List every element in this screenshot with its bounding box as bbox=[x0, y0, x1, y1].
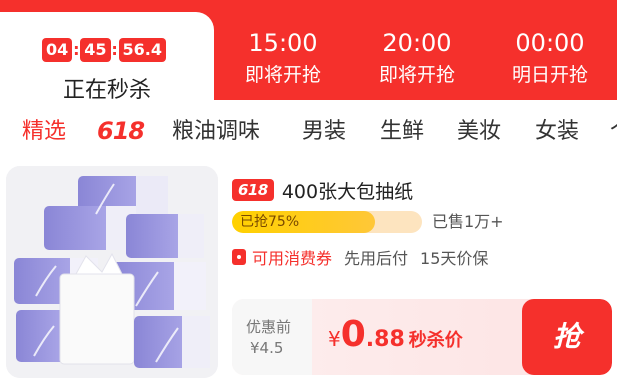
flash-price: ¥0.88 秒杀价 bbox=[328, 315, 463, 361]
feature-price-protection: 15天价保 bbox=[420, 249, 489, 268]
price-tag: 秒杀价 bbox=[408, 330, 463, 351]
original-price-label: 优惠前 bbox=[246, 318, 292, 336]
tissue-pack-image bbox=[6, 166, 218, 378]
coupon-icon bbox=[232, 249, 246, 265]
active-time-slot[interactable]: 04 : 45 : 56.4 正在秒杀 bbox=[0, 12, 214, 103]
flash-sale-time-bar: 04 : 45 : 56.4 正在秒杀 15:00 即将开抢 20:00 即将开… bbox=[0, 0, 617, 103]
slot-time: 20:00 bbox=[382, 29, 452, 57]
price-decimal: .88 bbox=[365, 327, 405, 352]
countdown-seconds: 56.4 bbox=[118, 38, 167, 62]
618-badge: 618 bbox=[232, 179, 274, 201]
slot-label: 即将开抢 bbox=[244, 64, 321, 86]
tab-menswear[interactable]: 男装 bbox=[302, 118, 346, 146]
tab-beauty[interactable]: 美妆 bbox=[457, 118, 501, 146]
product-image[interactable] bbox=[6, 166, 218, 378]
slot-label: 即将开抢 bbox=[378, 64, 455, 86]
countdown-separator: : bbox=[73, 40, 80, 59]
grab-progress-bar: 已抢75% bbox=[232, 211, 422, 233]
time-slot-1500[interactable]: 15:00 即将开抢 bbox=[223, 28, 343, 88]
sold-count: 已售1万+ bbox=[432, 212, 504, 231]
tab-more[interactable]: 个 bbox=[610, 118, 617, 146]
countdown-minutes: 45 bbox=[80, 38, 111, 62]
product-title: 400张大包抽纸 bbox=[281, 180, 414, 203]
feature-consumer-coupon: 可用消费券 bbox=[252, 249, 333, 268]
tab-womenswear[interactable]: 女装 bbox=[535, 118, 579, 146]
category-tabs: 精选 618 粮油调味 男装 生鲜 美妆 女装 个 bbox=[0, 100, 617, 162]
slot-label: 明日开抢 bbox=[511, 64, 588, 86]
countdown-timer: 04 : 45 : 56.4 bbox=[42, 38, 167, 62]
countdown-hours: 04 bbox=[42, 38, 73, 62]
product-features: 可用消费券 先用后付 15天价保 bbox=[232, 246, 500, 268]
slot-time: 15:00 bbox=[248, 29, 318, 57]
price-currency: ¥ bbox=[328, 327, 341, 351]
original-price: ¥4.5 bbox=[250, 339, 284, 357]
grab-button[interactable]: 抢 bbox=[522, 299, 612, 375]
original-price-block: 优惠前 ¥4.5 bbox=[232, 299, 312, 375]
countdown-separator: : bbox=[111, 40, 118, 59]
tab-618[interactable]: 618 bbox=[97, 117, 145, 145]
tab-grain-oil[interactable]: 粮油调味 bbox=[172, 118, 260, 146]
price-integer: 0 bbox=[340, 314, 366, 355]
feature-pay-later: 先用后付 bbox=[344, 249, 409, 268]
tab-featured[interactable]: 精选 bbox=[22, 118, 66, 146]
slot-time: 00:00 bbox=[515, 29, 585, 57]
progress-label: 已抢75% bbox=[240, 214, 300, 230]
tab-fresh[interactable]: 生鲜 bbox=[380, 118, 424, 146]
product-title-row[interactable]: 618 400张大包抽纸 bbox=[232, 176, 413, 204]
time-slot-0000[interactable]: 00:00 明日开抢 bbox=[490, 28, 610, 88]
price-bar: 优惠前 ¥4.5 ¥0.88 秒杀价 抢 bbox=[232, 299, 612, 375]
time-slot-2000[interactable]: 20:00 即将开抢 bbox=[357, 28, 477, 88]
